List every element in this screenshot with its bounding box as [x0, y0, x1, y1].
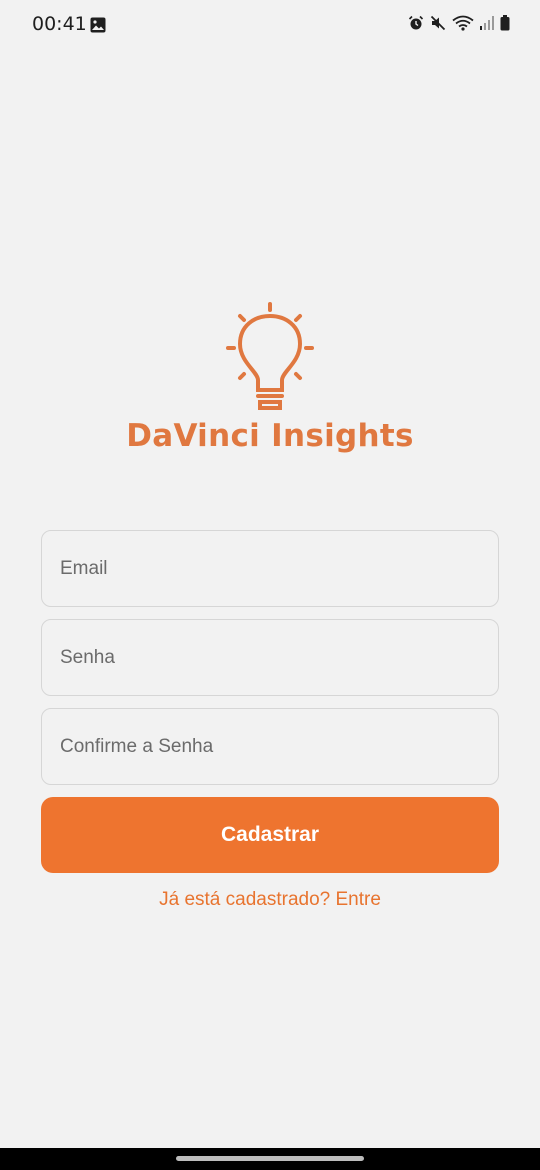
status-icons: [408, 15, 510, 31]
battery-icon: [500, 15, 510, 31]
status-time: 00:41: [32, 13, 87, 35]
signal-icon: [480, 16, 494, 30]
home-handle[interactable]: [176, 1156, 364, 1161]
alarm-icon: [408, 15, 424, 30]
gallery-icon: [90, 17, 106, 33]
login-link[interactable]: Já está cadastrado? Entre: [41, 889, 499, 911]
brand-name: DaVinci Insights: [126, 418, 414, 454]
navigation-bar: [0, 1148, 540, 1170]
signup-button[interactable]: Cadastrar: [41, 797, 499, 873]
email-field[interactable]: [41, 530, 499, 607]
app-logo: DaVinci Insights: [0, 298, 540, 454]
mute-icon: [430, 15, 446, 31]
wifi-icon: [452, 15, 474, 31]
confirm-password-field[interactable]: [41, 708, 499, 785]
signup-form: Cadastrar Já está cadastrado? Entre: [41, 530, 499, 911]
password-field[interactable]: [41, 619, 499, 696]
status-bar: 00:41: [0, 0, 540, 50]
lightbulb-icon: [226, 302, 314, 410]
